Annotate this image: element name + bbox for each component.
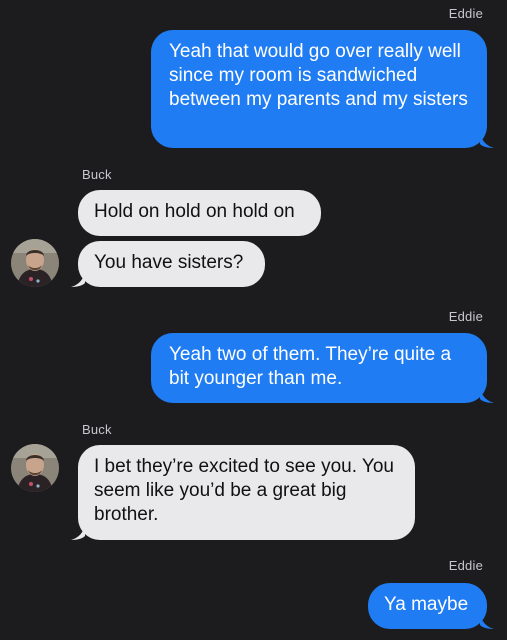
message-text: I bet they’re excited to see you. You se… [94, 456, 394, 525]
message-bubble-incoming[interactable]: You have sisters? [71, 241, 265, 287]
message-bubble-outgoing[interactable]: Yeah that would go over really well sinc… [151, 30, 494, 148]
bubble-tail-icon [480, 128, 494, 148]
contact-photo-icon[interactable] [11, 239, 59, 287]
bubble-tail-icon [480, 383, 494, 403]
message-text: You have sisters? [94, 252, 244, 273]
message-bubble-incoming[interactable]: Hold on hold on hold on [78, 190, 321, 236]
sender-label-eddie: Eddie [448, 558, 483, 573]
contact-photo-icon[interactable] [11, 444, 59, 492]
message-bubble-outgoing[interactable]: Ya maybe [368, 583, 494, 629]
sender-label-eddie: Eddie [448, 6, 483, 21]
sender-label-buck: Buck [82, 167, 112, 182]
sender-label-buck: Buck [82, 422, 112, 437]
bubble-tail-icon [71, 520, 85, 540]
message-text: Yeah that would go over really well sinc… [169, 41, 468, 110]
sender-label-eddie: Eddie [448, 309, 483, 324]
message-text: Yeah two of them. They’re quite a bit yo… [169, 344, 452, 389]
message-bubble-incoming[interactable]: I bet they’re excited to see you. You se… [71, 445, 415, 540]
bubble-tail-icon [71, 267, 85, 287]
message-bubble-outgoing[interactable]: Yeah two of them. They’re quite a bit yo… [151, 333, 494, 403]
message-text: Hold on hold on hold on [94, 201, 295, 222]
message-text: Ya maybe [384, 594, 469, 615]
bubble-tail-icon [480, 609, 494, 629]
